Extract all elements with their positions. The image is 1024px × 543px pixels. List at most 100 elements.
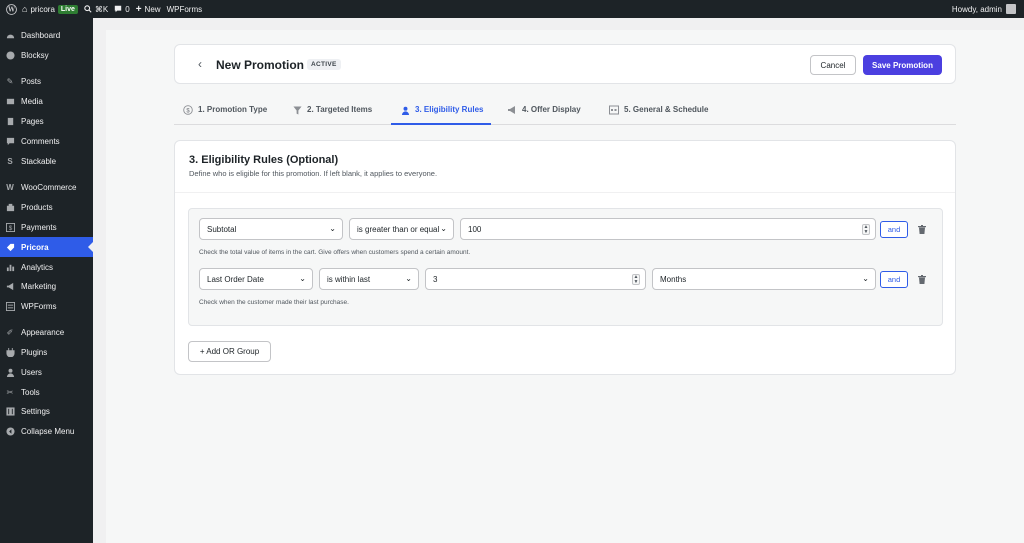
sidebar-item-comments[interactable]: Comments (0, 131, 93, 151)
wpforms-link[interactable]: WPForms (167, 0, 209, 18)
tab-label: 3. Eligibility Rules (415, 105, 484, 114)
new-label: New (144, 4, 161, 14)
sidebar-item-label: Blocksy (21, 50, 49, 60)
sidebar-item-label: Pricora (21, 242, 49, 252)
sidebar-item-posts[interactable]: ✎ Posts (0, 71, 93, 91)
appearance-icon: ✐ (6, 327, 14, 337)
comments-link[interactable]: 0 (114, 0, 135, 18)
sidebar-item-label: Payments (21, 222, 57, 232)
section-title: 3. Eligibility Rules (Optional) (189, 154, 339, 166)
admin-bar: W ⌂ pricora Live ⌘K 0 + New WPForms Howd… (0, 0, 1024, 18)
sidebar-item-stackable[interactable]: S Stackable (0, 151, 93, 171)
rule-help-text: Check when the customer made their last … (199, 299, 349, 306)
sidebar-item-pages[interactable]: Pages (0, 111, 93, 131)
add-or-group-button[interactable]: + Add OR Group (188, 341, 271, 362)
and-connector-button[interactable]: and (880, 271, 908, 288)
tab-offer-display[interactable]: 4. Offer Display (507, 100, 581, 125)
sidebar-item-label: Appearance (21, 327, 65, 337)
sidebar-item-label: Collapse Menu (21, 426, 75, 436)
rule-field-select[interactable]: Subtotal ⌄ (199, 218, 343, 240)
greeting: Howdy, admin (951, 4, 1002, 14)
sidebar-item-media[interactable]: Media (0, 91, 93, 111)
plus-icon: + (135, 3, 142, 15)
tab-label: 2. Targeted Items (307, 105, 373, 114)
number-stepper-icon[interactable]: ▲ ▼ (862, 224, 870, 235)
shortcut-label: ⌘K (94, 4, 109, 14)
trash-icon[interactable] (917, 274, 927, 285)
sidebar-item-users[interactable]: Users (0, 362, 93, 382)
select-value: is greater than or equal (357, 224, 440, 234)
rule-unit-select[interactable]: Months ⌄ (652, 268, 876, 290)
back-arrow-icon[interactable]: ‹ (193, 57, 207, 71)
wizard-tabs: $ 1. Promotion Type 2. Targeted Items 3.… (174, 100, 956, 125)
sidebar-item-pricora[interactable]: Pricora (0, 237, 93, 257)
rule-value-input[interactable]: 100 ▲ ▼ (460, 218, 876, 240)
sidebar-item-label: Dashboard (21, 30, 61, 40)
search-icon (84, 5, 92, 13)
page-title: New Promotion (216, 58, 305, 72)
rule-group: Subtotal ⌄ is greater than or equal ⌄ 10… (188, 208, 943, 326)
sidebar-item-label: Stackable (21, 156, 57, 166)
status-badge: ACTIVE (307, 59, 341, 70)
home-icon: ⌂ (22, 4, 28, 14)
sidebar-item-appearance[interactable]: ✐ Appearance (0, 322, 93, 342)
sidebar-item-label: Tools (21, 387, 40, 397)
tab-targeted-items[interactable]: 2. Targeted Items (292, 100, 372, 125)
comments-icon (5, 136, 15, 146)
tab-promotion-type[interactable]: $ 1. Promotion Type (183, 100, 267, 125)
stackable-icon: S (7, 156, 13, 166)
rule-operator-select[interactable]: is within last ⌄ (319, 268, 419, 290)
input-value: 100 (468, 224, 482, 234)
sidebar-item-settings[interactable]: Settings (0, 401, 93, 421)
chevron-down-icon: ⌄ (439, 224, 447, 233)
sidebar-item-analytics[interactable]: Analytics (0, 257, 93, 277)
sidebar-item-tools[interactable]: ✂ Tools (0, 382, 93, 402)
section-subtitle: Define who is eligible for this promotio… (189, 169, 438, 178)
tab-label: 1. Promotion Type (198, 105, 268, 114)
sidebar-item-blocksy[interactable]: Blocksy (0, 45, 93, 65)
sidebar-item-collapse[interactable]: Collapse Menu (0, 421, 93, 441)
and-connector-button[interactable]: and (880, 221, 908, 238)
select-value: is within last (327, 274, 371, 284)
cancel-button[interactable]: Cancel (810, 55, 856, 75)
dashboard-icon (5, 30, 15, 40)
save-promotion-button[interactable]: Save Promotion (863, 55, 942, 75)
pin-icon: ✎ (6, 76, 14, 86)
trash-icon[interactable] (917, 224, 927, 235)
sidebar-item-payments[interactable]: $ Payments (0, 217, 93, 237)
live-badge: Live (57, 4, 78, 14)
comment-bubble-icon (115, 5, 122, 13)
sidebar-item-label: Posts (21, 76, 42, 86)
new-content-link[interactable]: + New (136, 0, 167, 18)
wordpress-logo-icon[interactable]: W (0, 0, 22, 18)
divider (175, 192, 955, 193)
sidebar-item-marketing[interactable]: Marketing (0, 276, 93, 296)
command-palette-link[interactable]: ⌘K (84, 0, 114, 18)
wpforms-icon (5, 301, 15, 311)
chevron-down-icon: ⌄ (329, 224, 336, 233)
number-stepper-icon[interactable]: ▲ ▼ (632, 274, 640, 285)
tab-label: 4. Offer Display (522, 105, 581, 114)
account-menu[interactable]: Howdy, admin (952, 0, 1016, 18)
avatar (1006, 4, 1016, 14)
chevron-down-icon: ⌄ (405, 274, 412, 283)
payments-icon: $ (5, 222, 15, 232)
sidebar-item-dashboard[interactable]: Dashboard (0, 25, 93, 45)
tab-eligibility-rules[interactable]: 3. Eligibility Rules (391, 100, 492, 125)
rule-value-input[interactable]: 3 ▲ ▼ (425, 268, 646, 290)
input-value: 3 (433, 274, 438, 284)
svg-text:W: W (7, 6, 15, 13)
svg-text:$: $ (8, 224, 12, 231)
tab-general-schedule[interactable]: 5. General & Schedule (609, 100, 708, 125)
rule-field-select[interactable]: Last Order Date ⌄ (199, 268, 313, 290)
admin-sidebar: Dashboard Blocksy ✎ Posts Media Pages Co… (0, 18, 93, 543)
sidebar-item-wpforms[interactable]: WPForms (0, 296, 93, 316)
rule-operator-select[interactable]: is greater than or equal ⌄ (349, 218, 454, 240)
site-name-link[interactable]: ⌂ pricora Live (22, 0, 84, 18)
sidebar-item-label: WPForms (21, 301, 57, 311)
sidebar-item-products[interactable]: Products (0, 197, 93, 217)
sidebar-item-plugins[interactable]: Plugins (0, 342, 93, 362)
sidebar-item-woocommerce[interactable]: W WooCommerce (0, 177, 93, 197)
calendar-icon (609, 105, 619, 115)
sidebar-item-label: Users (21, 367, 42, 377)
